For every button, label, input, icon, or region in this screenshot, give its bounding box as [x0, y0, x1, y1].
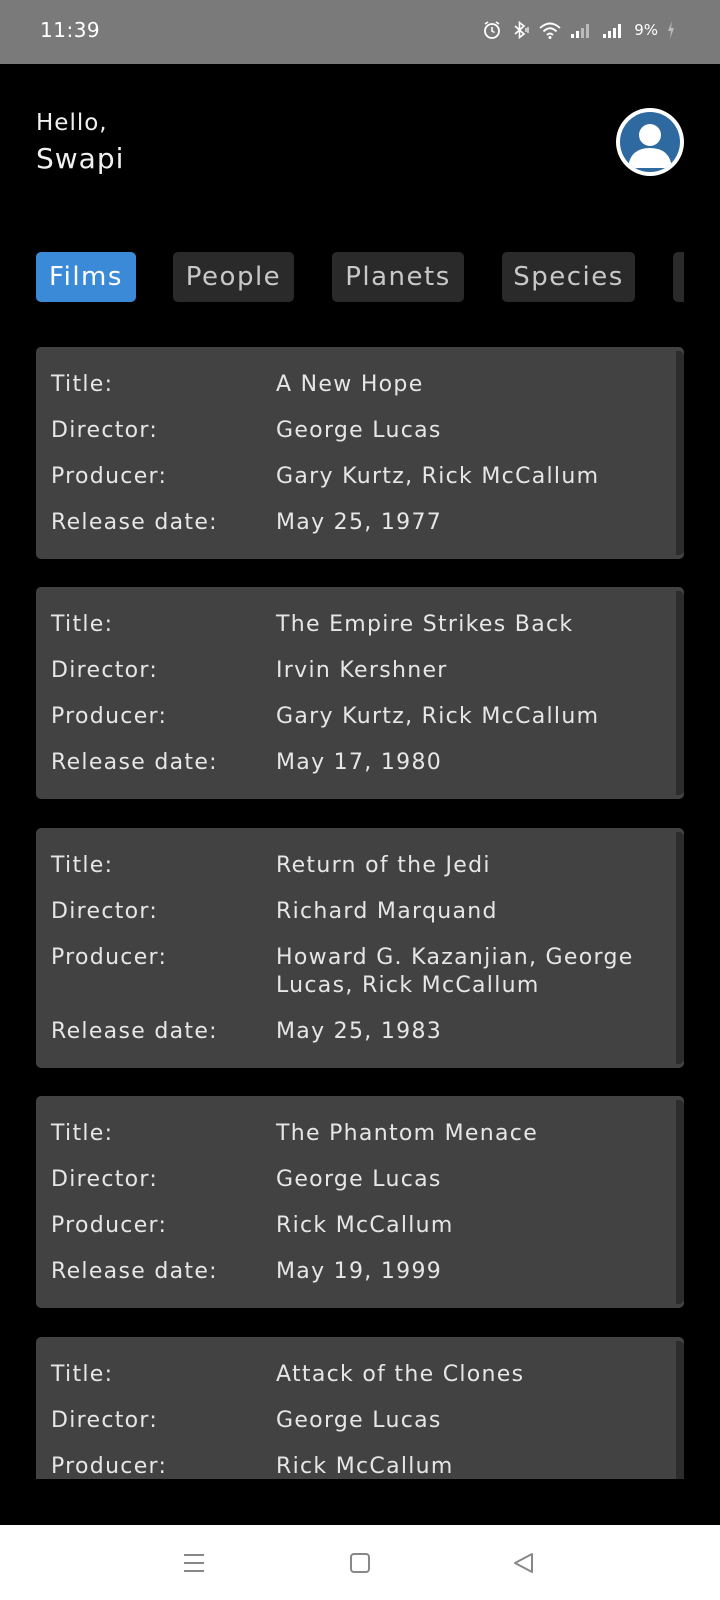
greeting-name: Swapi — [36, 142, 125, 175]
release-date-label: Release date: — [51, 1019, 218, 1044]
film-director: George Lucas — [276, 418, 442, 443]
tab-people[interactable]: People — [173, 252, 294, 302]
tab-species[interactable]: Species — [502, 252, 635, 302]
film-card[interactable]: Title: Attack of the Clones Director: Geor… — [36, 1337, 684, 1479]
menu-icon[interactable] — [178, 1547, 210, 1579]
film-title: Return of the Jedi — [276, 853, 491, 878]
producer-label: Producer: — [51, 1454, 168, 1479]
film-director: George Lucas — [276, 1167, 442, 1192]
film-producer: Rick McCallum — [276, 1454, 454, 1479]
director-label: Director: — [51, 1408, 159, 1433]
status-bar: 11:39 9% — [0, 0, 720, 64]
signal-icon — [602, 20, 626, 40]
film-director: Richard Marquand — [276, 899, 498, 924]
bluetooth-icon — [510, 20, 530, 40]
director-label: Director: — [51, 658, 159, 683]
avatar[interactable] — [616, 108, 684, 176]
status-icons: 9% — [482, 20, 676, 40]
title-label: Title: — [51, 1362, 114, 1387]
film-title: The Phantom Menace — [276, 1121, 539, 1146]
wifi-icon — [538, 20, 562, 40]
battery-icon — [666, 20, 676, 40]
home-icon[interactable] — [344, 1547, 376, 1579]
greeting-hello: Hello, — [36, 110, 108, 136]
director-label: Director: — [51, 899, 159, 924]
film-list[interactable]: Title: A New Hope Director: George Lucas P… — [36, 347, 684, 1479]
film-producer: Gary Kurtz, Rick McCallum — [276, 704, 600, 729]
film-card[interactable]: Title: Return of the Jedi Director: Richar… — [36, 828, 684, 1068]
title-label: Title: — [51, 853, 114, 878]
producer-label: Producer: — [51, 704, 168, 729]
film-title: A New Hope — [276, 372, 424, 397]
film-director: Irvin Kershner — [276, 658, 448, 683]
battery-level: 9% — [634, 21, 658, 39]
producer-label: Producer: — [51, 464, 168, 489]
film-producer: Rick McCallum — [276, 1213, 454, 1238]
film-card[interactable]: Title: A New Hope Director: George Lucas P… — [36, 347, 684, 559]
tab-next[interactable] — [673, 252, 684, 302]
producer-label: Producer: — [51, 945, 168, 970]
avatar-icon — [620, 112, 680, 172]
film-director: George Lucas — [276, 1408, 442, 1433]
film-release-date: May 19, 1999 — [276, 1259, 443, 1284]
release-date-label: Release date: — [51, 1259, 218, 1284]
category-tabs: Films People Planets Species — [36, 252, 684, 304]
film-producer: Gary Kurtz, Rick McCallum — [276, 464, 600, 489]
director-label: Director: — [51, 1167, 159, 1192]
signal-icon — [570, 20, 594, 40]
film-card[interactable]: Title: The Empire Strikes Back Director: I… — [36, 587, 684, 799]
film-title: Attack of the Clones — [276, 1362, 525, 1387]
film-release-date: May 25, 1977 — [276, 510, 443, 535]
tab-films[interactable]: Films — [36, 252, 136, 302]
title-label: Title: — [51, 372, 114, 397]
tab-planets[interactable]: Planets — [332, 252, 464, 302]
release-date-label: Release date: — [51, 750, 218, 775]
producer-label: Producer: — [51, 1213, 168, 1238]
film-release-date: May 25, 1983 — [276, 1019, 443, 1044]
director-label: Director: — [51, 418, 159, 443]
film-title: The Empire Strikes Back — [276, 612, 574, 637]
film-card[interactable]: Title: The Phantom Menace Director: George… — [36, 1096, 684, 1308]
back-icon[interactable] — [508, 1547, 540, 1579]
release-date-label: Release date: — [51, 510, 218, 535]
system-nav-bar — [0, 1525, 720, 1600]
film-release-date: May 17, 1980 — [276, 750, 443, 775]
film-producer: Howard G. Kazanjian, George Lucas, Rick … — [276, 945, 634, 998]
alarm-icon — [482, 20, 502, 40]
title-label: Title: — [51, 612, 114, 637]
status-time: 11:39 — [40, 18, 101, 42]
title-label: Title: — [51, 1121, 114, 1146]
